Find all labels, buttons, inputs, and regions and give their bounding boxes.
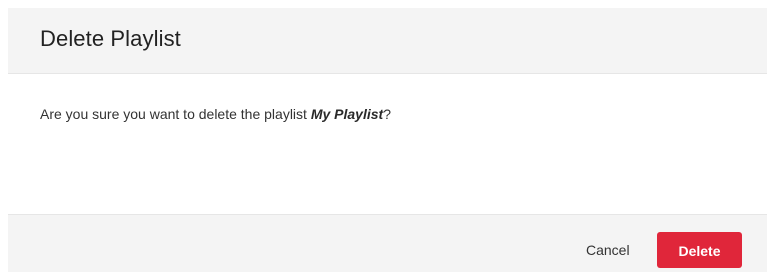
confirmation-message-suffix: ?	[383, 106, 391, 122]
delete-button[interactable]: Delete	[657, 232, 742, 268]
delete-playlist-dialog: Delete Playlist Are you sure you want to…	[0, 0, 767, 272]
dialog-footer: Cancel Delete	[8, 214, 767, 272]
dialog-title: Delete Playlist	[40, 26, 181, 51]
cancel-button[interactable]: Cancel	[574, 232, 642, 268]
confirmation-message-prefix: Are you sure you want to delete the play…	[40, 106, 311, 122]
confirmation-message: Are you sure you want to delete the play…	[40, 106, 391, 122]
playlist-name: My Playlist	[310, 106, 384, 122]
dialog-body: Are you sure you want to delete the play…	[8, 74, 767, 214]
dialog-header: Delete Playlist	[8, 8, 767, 74]
